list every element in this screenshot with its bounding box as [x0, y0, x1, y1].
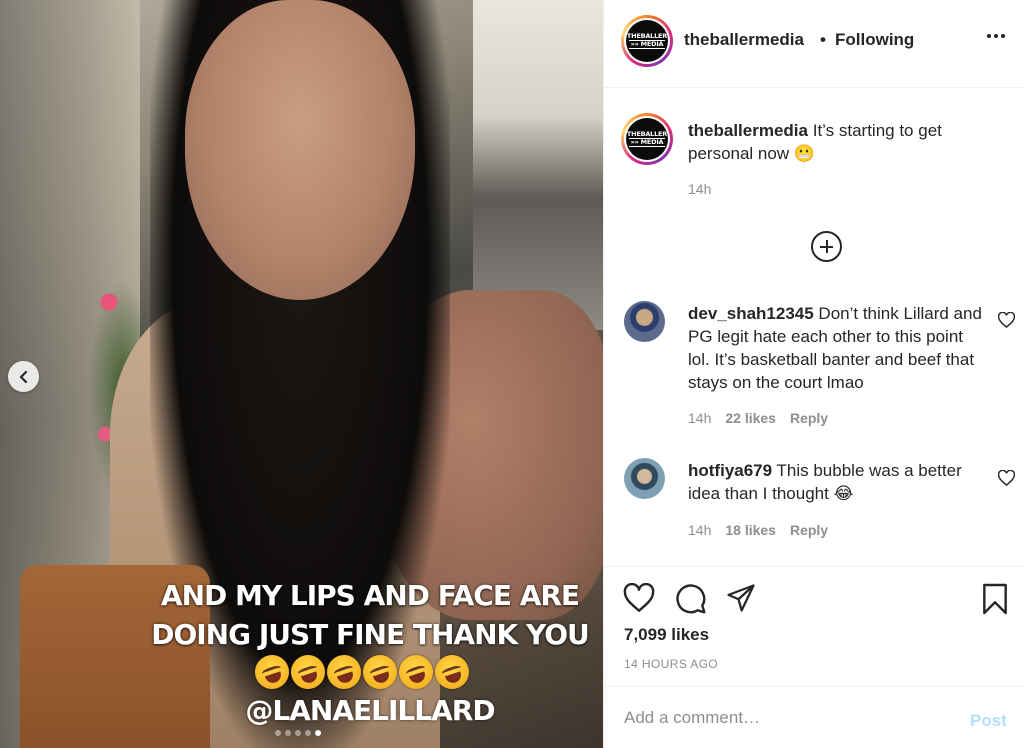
story-caption-line2: DOING JUST FINE THANK YOU [151, 618, 590, 651]
commenter-username[interactable]: dev_shah12345 [688, 304, 814, 323]
comment-meta: 14h 22 likes Reply [688, 410, 828, 426]
story-caption-line1: AND MY LIPS AND FACE ARE [160, 579, 580, 612]
comment-likes[interactable]: 18 likes [725, 522, 776, 538]
comment-text: dev_shah12345 Don’t think Lillard and PG… [688, 304, 982, 392]
theballermedia-logo: THEBALLER »» MEDIA [626, 118, 668, 160]
rofl-emoji-icon [250, 650, 294, 694]
comment-text: hotfiya679 This bubble was a better idea… [688, 461, 962, 503]
heart-icon[interactable] [998, 312, 1015, 328]
post-media[interactable]: AND MY LIPS AND FACE ARE DOING JUST FINE… [0, 0, 603, 748]
post-time-ago[interactable]: 14 HOURS AGO [624, 657, 718, 671]
theballermedia-logo: THEBALLER »» MEDIA [626, 20, 668, 62]
reply-button[interactable]: Reply [790, 522, 828, 538]
author-avatar[interactable]: THEBALLER »» MEDIA [621, 15, 673, 67]
more-options-icon[interactable] [987, 34, 1005, 38]
rofl-emoji-icon [394, 650, 438, 694]
load-more-comments-button[interactable] [811, 231, 842, 262]
rofl-emoji-icon [430, 650, 474, 694]
following-button[interactable]: Following [835, 30, 914, 50]
comment-timestamp[interactable]: 14h [688, 522, 711, 538]
story-mention: @LANAELILLARD [245, 694, 495, 727]
post-panel: THEBALLER »» MEDIA theballermedia • Foll… [603, 0, 1024, 748]
chevron-left-icon [19, 370, 27, 383]
laughing-emoji-row [250, 650, 474, 694]
caption-avatar[interactable]: THEBALLER »» MEDIA [621, 113, 673, 165]
post-header: THEBALLER »» MEDIA theballermedia • Foll… [604, 0, 1024, 88]
previous-slide-button[interactable] [8, 361, 39, 392]
carousel-dot [285, 730, 291, 736]
rofl-emoji-icon [286, 650, 330, 694]
like-heart-icon[interactable] [623, 583, 655, 613]
carousel-dot [305, 730, 311, 736]
add-comment-input[interactable] [624, 705, 944, 731]
carousel-dot [275, 730, 281, 736]
background-street [473, 0, 603, 330]
commenter-username[interactable]: hotfiya679 [688, 461, 772, 480]
comment-meta: 14h 18 likes Reply [688, 522, 828, 538]
comment-icon[interactable] [675, 583, 707, 615]
bookmark-icon[interactable] [981, 583, 1009, 615]
carousel-dot-active [315, 730, 321, 736]
reply-button[interactable]: Reply [790, 410, 828, 426]
heart-icon[interactable] [998, 470, 1015, 486]
commenter-avatar[interactable] [624, 458, 665, 499]
rofl-emoji-icon [322, 650, 366, 694]
comment-likes[interactable]: 22 likes [725, 410, 776, 426]
share-icon[interactable] [725, 583, 757, 613]
post-comment-button[interactable]: Post [970, 711, 1007, 731]
comment-timestamp[interactable]: 14h [688, 410, 711, 426]
subject-face [185, 0, 415, 300]
post-caption: theballermedia It’s starting to get pers… [688, 119, 998, 165]
rofl-emoji-icon [358, 650, 402, 694]
carousel-dot [295, 730, 301, 736]
comment-bar: Post [604, 686, 1024, 748]
caption-timestamp[interactable]: 14h [688, 181, 711, 197]
commenter-avatar[interactable] [624, 301, 665, 342]
author-username[interactable]: theballermedia [684, 30, 804, 50]
caption-username[interactable]: theballermedia [688, 121, 808, 140]
likes-count[interactable]: 7,099 likes [624, 625, 709, 645]
separator-dot: • [820, 30, 826, 49]
carousel-indicator [275, 730, 321, 736]
post-actions: 7,099 likes 14 HOURS AGO [604, 566, 1024, 686]
